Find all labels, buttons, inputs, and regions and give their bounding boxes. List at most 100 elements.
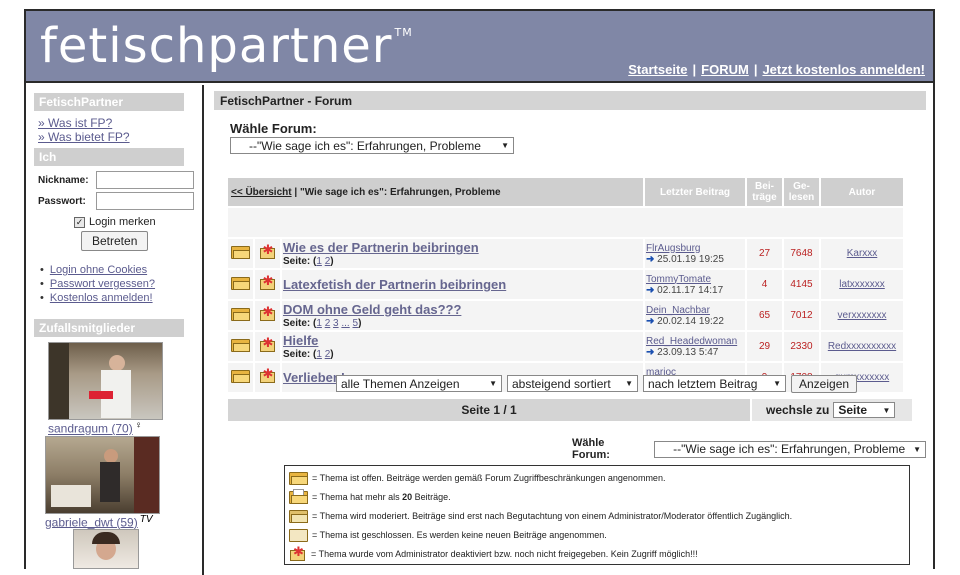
legend-text: = Thema ist geschlossen. Es werden keine… [312, 529, 607, 540]
page-frame: fetischpartner TM Startseite | FORUM | Jetzt … [24, 9, 935, 575]
last-post-date: 25.01.19 19:25 [657, 253, 724, 265]
topic-page-link[interactable]: 3 [333, 318, 339, 329]
topic-status-cell [228, 332, 253, 361]
goto-arrow-icon[interactable]: ➜ [646, 285, 654, 296]
closed-folder-icon [289, 528, 308, 542]
login-button[interactable]: Betreten [81, 231, 149, 251]
last-post-user-link[interactable]: TommyTomate [646, 274, 711, 285]
goto-arrow-icon[interactable]: ➜ [646, 347, 654, 358]
topic-title-link[interactable]: Hielfe [283, 333, 318, 348]
legend-text-part: = Thema hat mehr als [312, 491, 403, 502]
last-post-cell: Dein_Nachbar ➜ 20.02.14 19:22 [645, 301, 745, 330]
last-post-cell: Red_Headedwoman ➜ 23.09.13 5:47 [645, 332, 745, 361]
open-folder-icon [231, 276, 250, 290]
password-label: Passwort: [38, 195, 86, 207]
forgot-password-link[interactable]: Passwort vergessen? [50, 278, 155, 290]
register-free-link[interactable]: Kostenlos anmelden! [50, 292, 153, 304]
table-row: ✱ Wie es der Partnerin beibringen Seite: (… [228, 239, 903, 268]
nav-startseite-link[interactable]: Startseite [628, 62, 687, 77]
member-card [73, 529, 202, 570]
reads-count: 7012 [784, 301, 819, 330]
header-separator: | [294, 186, 298, 198]
topic-pages-label: Seite: [283, 349, 311, 360]
password-input[interactable] [96, 192, 194, 210]
sidebar-heading-ich: Ich [34, 148, 184, 166]
author-link[interactable]: verxxxxxxx [838, 310, 887, 321]
last-post-user-link[interactable]: Red_Headedwoman [646, 336, 737, 347]
topic-page-link[interactable]: 1 [316, 256, 322, 267]
reads-count: 7648 [784, 239, 819, 268]
order-select[interactable]: absteigend sortiert ▼ [507, 375, 638, 392]
legend-row: = Thema hat mehr als 20 Beiträge. [289, 487, 905, 506]
forum-select[interactable]: --"Wie sage ich es": Erfahrungen, Proble… [230, 137, 514, 154]
topic-title-link[interactable]: Wie es der Partnerin beibringen [283, 240, 479, 255]
list-item: Login ohne Cookies [40, 263, 202, 277]
new-post-icon: ✱ [259, 242, 277, 260]
topic-title-link[interactable]: DOM ohne Geld geht das??? [283, 302, 461, 317]
column-header-posts-line2: träge [752, 192, 777, 203]
legend-text: = Thema hat mehr als 20 Beiträge. [312, 492, 451, 502]
trademark-mark: TM [394, 26, 413, 39]
back-to-overview-link[interactable]: << Übersicht [231, 187, 292, 198]
nav-separator: | [692, 62, 697, 77]
what-is-fp-link[interactable]: » Was ist FP? [38, 116, 202, 130]
goto-arrow-icon[interactable]: ➜ [646, 316, 654, 327]
topic-pages: Seite: (1 2) [283, 349, 334, 360]
chevron-down-icon: ▼ [913, 444, 921, 454]
last-post-date: 02.11.17 14:17 [657, 284, 724, 296]
last-post-cell: TommyTomate ➜ 02.11.17 14:17 [645, 270, 745, 299]
last-post-user-link[interactable]: FlrAugsburg [646, 243, 700, 254]
topic-page-link[interactable]: 2 [325, 318, 331, 329]
order-select-value: absteigend sortiert [512, 376, 611, 391]
member-photo[interactable] [73, 529, 139, 570]
forum-select-wrap: --"Wie sage ich es": Erfahrungen, Proble… [230, 137, 926, 154]
chevron-down-icon: ▼ [625, 379, 633, 388]
nav-register-link[interactable]: Jetzt kostenlos anmelden! [762, 62, 925, 77]
goto-arrow-icon[interactable]: ➜ [646, 254, 654, 265]
top-nav: Startseite | FORUM | Jetzt kostenlos anmelde… [628, 62, 925, 77]
topic-page-link[interactable]: 5 [353, 318, 359, 329]
login-without-cookies-link[interactable]: Login ohne Cookies [50, 264, 147, 276]
last-post-user-link[interactable]: Dein_Nachbar [646, 305, 710, 316]
column-header-last-post: Letzter Beitrag [645, 178, 745, 206]
spacer-cell [228, 208, 903, 237]
last-post-date: 20.02.14 19:22 [657, 315, 724, 327]
gender-tv-icon: TV [139, 513, 153, 525]
member-photo[interactable] [45, 435, 160, 514]
nav-forum-link[interactable]: FORUM [701, 62, 749, 77]
forum-select-bottom[interactable]: --"Wie sage ich es": Erfahrungen, Proble… [654, 440, 926, 458]
chevron-down-icon: ▼ [773, 379, 781, 388]
forum-select-bottom-value: --"Wie sage ich es": Erfahrungen, Proble… [673, 442, 906, 456]
member-photo[interactable] [48, 342, 163, 420]
remember-checkbox[interactable]: ✓ [74, 216, 85, 228]
topic-page-link[interactable]: 2 [325, 256, 331, 267]
posts-count: 29 [747, 332, 782, 361]
legend-row: = Thema wird moderiert. Beiträge sind er… [289, 506, 905, 525]
open-folder-icon [289, 471, 308, 485]
topic-pages: Seite: (1 2 3 ... 5) [283, 318, 362, 329]
topic-page-link[interactable]: 1 [316, 318, 322, 329]
show-button[interactable]: Anzeigen [791, 375, 858, 393]
topics-table: << Übersicht | "Wie sage ich es": Erfahr… [226, 176, 905, 394]
topic-page-link[interactable]: 2 [325, 349, 331, 360]
member-name-link[interactable]: gabriele_dwt (59) [45, 515, 138, 529]
what-offers-fp-link[interactable]: » Was bietet FP? [38, 130, 202, 144]
table-header-row: << Übersicht | "Wie sage ich es": Erfahr… [228, 178, 903, 206]
author-link[interactable]: latxxxxxxx [839, 279, 885, 290]
last-post-date: 23.09.13 5:47 [657, 346, 719, 358]
topic-title-link[interactable]: Latexfetish der Partnerin beibringen [283, 277, 506, 292]
author-link[interactable]: Karxxx [847, 248, 878, 259]
topic-page-link[interactable]: ... [341, 318, 349, 329]
topic-page-link[interactable]: 1 [316, 349, 322, 360]
topic-pages-label: Seite: [283, 256, 311, 267]
nickname-input[interactable] [96, 171, 194, 189]
filter-select[interactable]: alle Themen Anzeigen ▼ [336, 375, 502, 392]
member-name-link[interactable]: sandragum (70) [48, 422, 133, 436]
nickname-row: Nickname: [38, 171, 202, 189]
author-link[interactable]: Redxxxxxxxxxx [828, 341, 896, 352]
site-logo[interactable]: fetischpartner TM [40, 18, 413, 74]
page-switch-select[interactable]: Seite ▼ [833, 402, 896, 418]
moderated-folder-icon [289, 509, 308, 523]
sortby-select[interactable]: nach letztem Beitrag ▼ [643, 375, 786, 392]
topic-title-cell: DOM ohne Geld geht das??? Seite: (1 2 3 .… [282, 301, 643, 330]
